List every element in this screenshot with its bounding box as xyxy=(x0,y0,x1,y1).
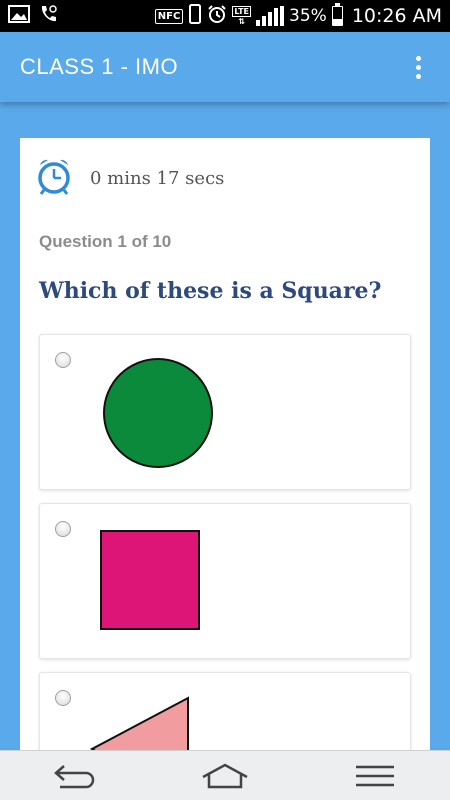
clock: 10:26 AM xyxy=(351,5,442,27)
vibrate-icon xyxy=(188,3,202,29)
option-square[interactable] xyxy=(39,503,411,659)
signal-icon xyxy=(256,6,285,26)
radio-button[interactable] xyxy=(55,690,71,706)
battery-icon xyxy=(331,3,343,26)
app-title: CLASS 1 - IMO xyxy=(20,54,179,79)
alarm-clock-icon xyxy=(34,156,74,201)
status-bar: NFC LTE ⇅ 35% 10:26 AM xyxy=(0,0,450,32)
menu-icon[interactable] xyxy=(345,756,405,796)
timer: 0 mins 17 secs xyxy=(34,156,224,201)
radio-button[interactable] xyxy=(55,352,71,368)
question-number: Question 1 of 10 xyxy=(39,232,172,251)
back-icon[interactable] xyxy=(45,756,105,796)
question-card: 0 mins 17 secs Question 1 of 10 Which of… xyxy=(20,138,430,750)
square-shape xyxy=(100,530,200,630)
navigation-bar xyxy=(0,750,450,800)
option-triangle[interactable] xyxy=(39,672,411,750)
alarm-icon xyxy=(207,4,227,29)
option-circle[interactable] xyxy=(39,334,411,490)
battery-percent: 35% xyxy=(289,6,327,26)
lte-icon: LTE ⇅ xyxy=(232,6,252,26)
home-icon[interactable] xyxy=(195,756,255,796)
triangle-shape xyxy=(90,696,189,750)
app-bar: CLASS 1 - IMO xyxy=(0,32,450,102)
question-text: Which of these is a Square? xyxy=(39,278,382,304)
more-vert-icon[interactable] xyxy=(406,52,430,82)
phone-icon xyxy=(38,4,58,28)
timer-text: 0 mins 17 secs xyxy=(90,168,225,189)
circle-shape xyxy=(103,358,213,468)
radio-button[interactable] xyxy=(55,521,71,537)
nfc-icon: NFC xyxy=(154,8,184,24)
image-icon xyxy=(8,5,30,27)
